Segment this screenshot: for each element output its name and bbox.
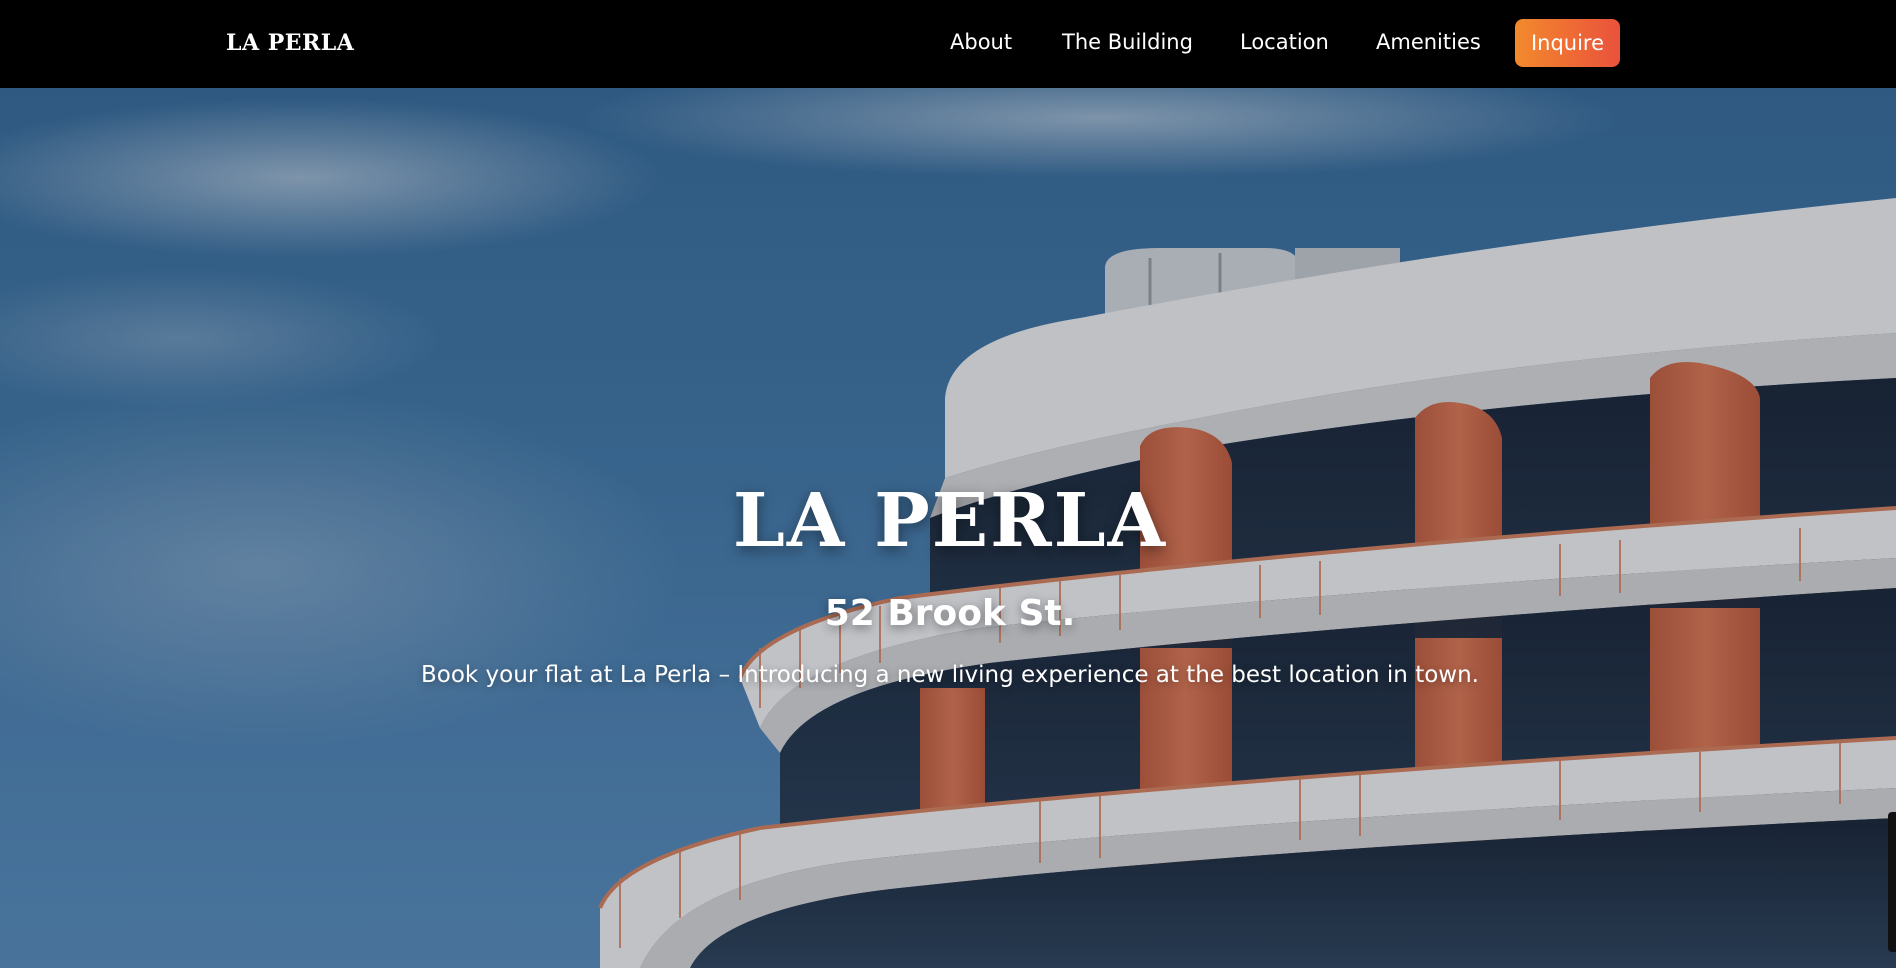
hero-address: 52 Brook St.: [824, 593, 1076, 634]
hero-description: Book your flat at La Perla – Introducing…: [421, 662, 1479, 688]
brand-logo[interactable]: LA PERLA: [226, 30, 354, 56]
nav-link-the-building[interactable]: The Building: [1062, 30, 1193, 54]
hero-section: LA PERLA 52 Brook St. Book your flat at …: [0, 88, 1896, 968]
nav-link-about[interactable]: About: [950, 30, 1012, 54]
inquire-button[interactable]: Inquire: [1515, 19, 1620, 67]
nav-link-location[interactable]: Location: [1240, 30, 1329, 54]
nav-link-amenities[interactable]: Amenities: [1376, 30, 1481, 54]
hero-title: LA PERLA: [732, 478, 1168, 564]
scrollbar[interactable]: [1888, 812, 1896, 952]
navbar: LA PERLA About The Building Location Ame…: [0, 0, 1896, 88]
hero-content: LA PERLA 52 Brook St. Book your flat at …: [0, 88, 1896, 968]
